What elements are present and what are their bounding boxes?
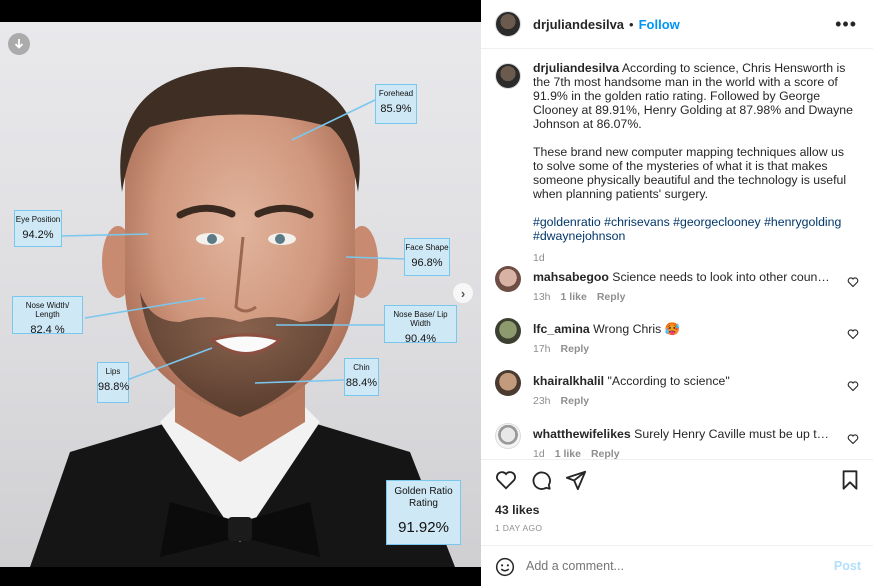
caption-avatar[interactable] (495, 63, 521, 89)
comment-username[interactable]: mahsabegoo (533, 270, 609, 284)
reply-button[interactable]: Reply (561, 395, 590, 407)
comment-age: 23h (533, 395, 551, 407)
comment-avatar[interactable] (495, 423, 521, 449)
likes-count[interactable]: 43 likes (495, 503, 539, 517)
label-nose-base-lip-width-value: 90.4% (404, 333, 437, 345)
comment-username[interactable]: lfc_amina (533, 322, 590, 336)
comment-input[interactable] (526, 559, 816, 573)
comment-line: khairalkhalil "According to science" (533, 374, 833, 388)
label-eye-position: Eye Position 94.2% (14, 210, 62, 247)
label-lips-title: Lips (105, 367, 121, 376)
post-photo: Forehead 85.9% Eye Position 94.2% Face S… (0, 22, 481, 567)
comment-username[interactable]: whatthewifelikes (533, 427, 631, 441)
comment-age: 1d (533, 448, 545, 459)
comment-text: Science needs to look into other countri… (612, 270, 833, 284)
emoji-icon[interactable] (495, 557, 515, 577)
comment-meta: 13h 1 like Reply (533, 291, 635, 303)
heart-icon[interactable] (847, 276, 859, 288)
caption-username[interactable]: drjuliandesilva (533, 61, 619, 75)
comment-item: whatthewifelikes Surely Henry Caville mu… (495, 423, 865, 459)
more-icon[interactable]: ••• (835, 14, 857, 35)
post-actions: 43 likes 1 DAY AGO (481, 459, 873, 544)
caption-age: 1d (533, 252, 545, 264)
caption-hashtags[interactable]: #goldenratio #chrisevans #georgeclooney … (533, 215, 853, 243)
heart-icon[interactable] (847, 433, 859, 445)
comment-line: whatthewifelikes Surely Henry Caville mu… (533, 427, 833, 441)
label-chin: Chin 88.4% (344, 358, 379, 396)
label-nose-width-length: Nose Width/ Length 82.4 % (12, 296, 83, 336)
post-header: drjuliandesilva • Follow ••• (481, 0, 873, 49)
label-forehead-title: Forehead (378, 89, 414, 98)
post-media: Forehead 85.9% Eye Position 94.2% Face S… (0, 0, 481, 586)
comment-likes[interactable]: 1 like (555, 448, 581, 459)
comment-age: 13h (533, 291, 551, 303)
caption-paragraph-1: drjuliandesilva According to science, Ch… (533, 61, 853, 131)
comment-avatar[interactable] (495, 318, 521, 344)
label-forehead: Forehead 85.9% (375, 84, 417, 124)
comment-meta: 17h Reply (533, 343, 599, 355)
download-icon[interactable] (8, 33, 30, 55)
separator-dot: • (629, 16, 634, 32)
label-chin-value: 88.4% (345, 377, 378, 389)
comment-likes[interactable]: 1 like (561, 291, 587, 303)
caption-paragraph-2: These brand new computer mapping techniq… (533, 145, 847, 201)
comment-age: 17h (533, 343, 551, 355)
comment-meta: 23h Reply (533, 395, 599, 407)
post-side-panel: drjuliandesilva • Follow ••• drjuliandes… (481, 0, 873, 586)
post-modal: Forehead 85.9% Eye Position 94.2% Face S… (0, 0, 873, 586)
comment-text: Wrong Chris 🥵 (593, 322, 680, 336)
label-nose-width-length-title: Nose Width/ Length (25, 301, 70, 319)
label-forehead-value: 85.9% (380, 103, 412, 115)
bookmark-button[interactable] (839, 469, 861, 491)
comment-avatar[interactable] (495, 266, 521, 292)
post-date: 1 DAY AGO (495, 523, 543, 533)
label-nose-width-length-value: 82.4 % (30, 324, 65, 336)
comment-meta: 1d 1 like Reply (533, 448, 630, 459)
label-face-shape-title: Face Shape (405, 243, 449, 252)
comment-icon[interactable] (530, 469, 552, 491)
comment-username[interactable]: khairalkhalil (533, 374, 604, 388)
label-lips: Lips 98.8% (97, 362, 129, 403)
comment-composer: Post (481, 545, 873, 586)
comment-avatar[interactable] (495, 370, 521, 396)
comments-scroll-area[interactable]: drjuliandesilva According to science, Ch… (481, 49, 873, 459)
reply-button[interactable]: Reply (591, 448, 620, 459)
heart-icon[interactable] (847, 328, 859, 340)
heart-icon[interactable] (495, 469, 517, 491)
action-icons (495, 469, 587, 491)
golden-ratio-box: Golden Ratio Rating 91.92% (386, 480, 461, 545)
comment-text: "According to science" (607, 374, 730, 388)
chevron-right-icon[interactable]: › (453, 283, 473, 303)
comment-line: lfc_amina Wrong Chris 🥵 (533, 322, 833, 337)
reply-button[interactable]: Reply (597, 291, 626, 303)
golden-ratio-value: 91.92% (398, 519, 449, 536)
reply-button[interactable]: Reply (561, 343, 590, 355)
label-face-shape: Face Shape 96.8% (404, 238, 450, 276)
label-eye-position-value: 94.2% (22, 229, 54, 241)
comment-item: khairalkhalil "According to science" 23h… (495, 370, 865, 414)
avatar[interactable] (495, 11, 521, 37)
label-chin-title: Chin (353, 363, 370, 372)
golden-ratio-title: Golden Ratio Rating (394, 486, 453, 509)
label-lips-value: 98.8% (98, 381, 130, 393)
bookmark-icon[interactable] (839, 469, 861, 491)
label-face-shape-value: 96.8% (411, 257, 443, 269)
comment-item: mahsabegoo Science needs to look into ot… (495, 266, 865, 310)
label-nose-base-lip-width: Nose Base/ Lip Width 90.4% (384, 305, 457, 345)
follow-button[interactable]: Follow (639, 17, 680, 32)
comment-text: Surely Henry Caville must be up there (634, 427, 833, 441)
header-username[interactable]: drjuliandesilva (533, 17, 624, 32)
comment-line: mahsabegoo Science needs to look into ot… (533, 270, 833, 284)
heart-icon[interactable] (847, 380, 859, 392)
comment-item: lfc_amina Wrong Chris 🥵 17h Reply (495, 318, 865, 362)
label-eye-position-title: Eye Position (15, 215, 61, 224)
share-icon[interactable] (565, 469, 587, 491)
caption-body: drjuliandesilva According to science, Ch… (533, 61, 853, 265)
label-nose-base-lip-width-title: Nose Base/ Lip Width (393, 310, 448, 328)
post-caption: drjuliandesilva According to science, Ch… (495, 61, 865, 265)
post-comment-button[interactable]: Post (834, 559, 861, 573)
